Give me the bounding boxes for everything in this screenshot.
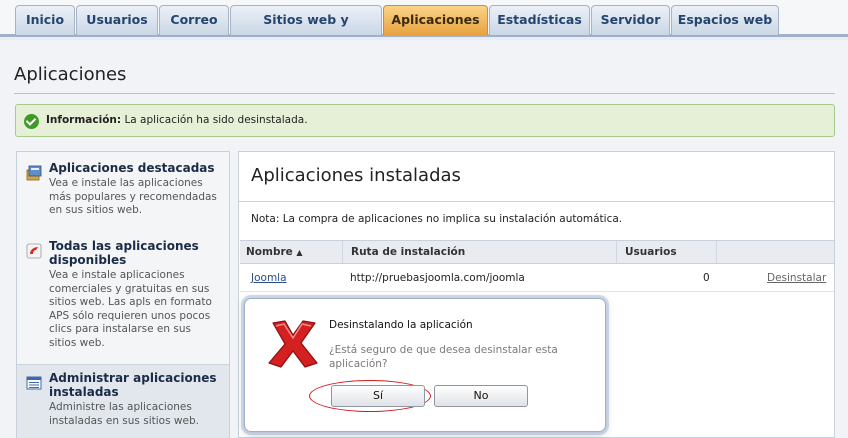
tab-estadisticas[interactable]: Estadísticas [489,5,590,35]
sidebar-item-featured[interactable]: Aplicaciones destacadas Vea e instale la… [17,155,229,224]
tab-espacios-web[interactable]: Espacios web [671,5,779,35]
no-button[interactable]: No [434,385,528,407]
sidebar-item-desc: Vea e instale las aplicaciones más popul… [49,177,217,216]
column-separator [616,241,617,263]
panel-divider [239,201,834,202]
tab-servidor[interactable]: Servidor [591,5,670,35]
install-path: http://pruebasjoomla.com/joomla [350,272,525,284]
tab-usuarios[interactable]: Usuarios [76,5,158,35]
column-header-name[interactable]: Nombre ▲ [246,246,303,258]
column-header-path[interactable]: Ruta de instalación [351,246,465,258]
tab-sitios-web[interactable]: Sitios web y dominios [230,5,382,55]
users-count: 0 [703,272,710,284]
yes-button[interactable]: Sí [331,385,425,407]
panel-title: Aplicaciones instaladas [251,165,461,186]
sort-ascending-icon: ▲ [296,248,303,257]
sidebar-item-title: Administrar aplicaciones instaladas [49,371,217,399]
sidebar-item-desc: Administre las aplicaciones instaladas e… [49,401,199,427]
title-divider [14,93,835,94]
dialog-message: ¿Está seguro de que desea desinstalar es… [329,344,558,370]
app-name-link[interactable]: Joomla [251,272,287,284]
column-separator [716,241,717,263]
sidebar-item-all-apps[interactable]: Todas las aplicaciones disponibles Vea e… [17,233,229,356]
sidebar-item-manage-installed[interactable]: Administrar aplicaciones instaladas Admi… [17,364,229,438]
page-title: Aplicaciones [14,64,127,85]
tab-correo[interactable]: Correo [159,5,229,35]
all-apps-icon [26,243,42,259]
dialog-title: Desinstalando la aplicación [329,319,473,331]
check-icon [24,114,39,129]
sidebar: Aplicaciones destacadas Vea e instale la… [16,151,230,438]
main-tab-bar: Inicio Usuarios Correo Sitios web y domi… [0,0,848,55]
info-text: La aplicación ha sido desinstalada. [124,114,308,126]
featured-apps-icon [26,165,42,181]
column-header-users[interactable]: Usuarios [625,246,677,258]
info-label: Información: [46,114,122,126]
error-x-icon [268,320,318,368]
manage-apps-icon [26,376,42,390]
table-header: Nombre ▲ Ruta de instalación Usuarios [240,240,834,264]
table-row: Joomla http://pruebasjoomla.com/joomla 0… [240,264,834,292]
sidebar-item-desc: Vea e instale aplicaciones comerciales y… [49,269,212,349]
sidebar-item-title: Todas las aplicaciones disponibles [49,239,199,267]
tab-aplicaciones[interactable]: Aplicaciones [383,5,488,35]
uninstall-link[interactable]: Desinstalar [767,272,826,284]
tab-inicio[interactable]: Inicio [15,5,75,35]
purchase-note: Nota: La compra de aplicaciones no impli… [251,213,623,225]
uninstall-confirm-dialog: Desinstalando la aplicación ¿Está seguro… [244,298,606,432]
sidebar-item-title: Aplicaciones destacadas [49,161,215,175]
column-separator [342,241,343,263]
info-message: Información: La aplicación ha sido desin… [15,104,835,137]
